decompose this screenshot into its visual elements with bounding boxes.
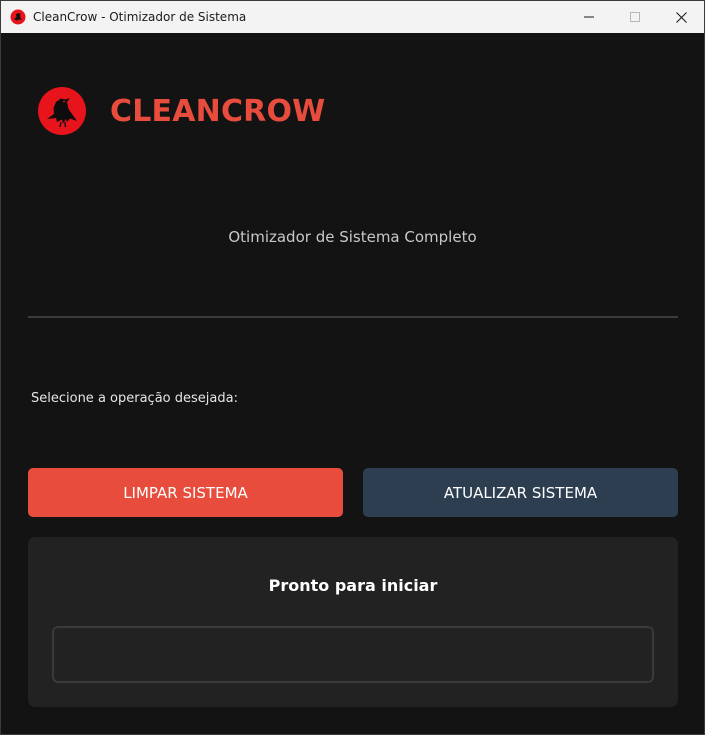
maximize-icon <box>630 12 640 22</box>
progress-bar <box>52 626 654 683</box>
close-button[interactable] <box>658 1 704 33</box>
maximize-button[interactable] <box>612 1 658 33</box>
status-panel: Pronto para iniciar <box>28 537 678 707</box>
crow-logo-icon <box>10 9 26 25</box>
crow-logo-icon <box>37 86 87 136</box>
operation-prompt: Selecione a operação desejada: <box>31 391 238 406</box>
close-icon <box>675 11 687 23</box>
status-title: Pronto para iniciar <box>268 576 438 595</box>
main-content: CLEANCROW Otimizador de Sistema Completo… <box>1 33 704 734</box>
divider <box>28 316 678 318</box>
app-window: CleanCrow - Otimizador de Sistema CLEANC… <box>0 0 705 735</box>
minimize-button[interactable] <box>566 1 612 33</box>
brand-title: CLEANCROW <box>110 94 326 129</box>
app-subtitle: Otimizador de Sistema Completo <box>228 228 477 246</box>
minimize-icon <box>584 16 594 18</box>
window-title: CleanCrow - Otimizador de Sistema <box>33 10 247 24</box>
clean-system-button[interactable]: LIMPAR SISTEMA <box>28 468 343 517</box>
update-system-button[interactable]: ATUALIZAR SISTEMA <box>363 468 678 517</box>
title-bar[interactable]: CleanCrow - Otimizador de Sistema <box>1 1 704 33</box>
